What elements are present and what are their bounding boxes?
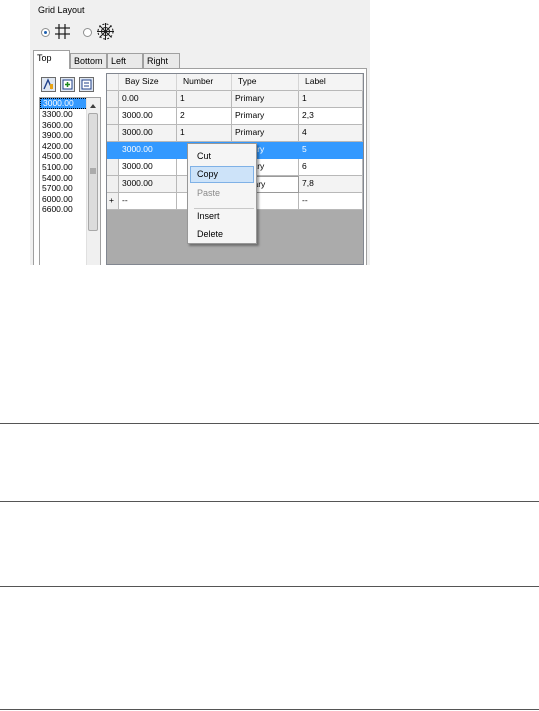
grid-header-row: Bay Size Number Type Label bbox=[107, 74, 363, 91]
divider bbox=[0, 423, 539, 424]
divider bbox=[0, 501, 539, 502]
cell-bay-size[interactable]: -- bbox=[119, 193, 177, 210]
cell-type[interactable]: Primary bbox=[232, 108, 299, 125]
delete-row-icon bbox=[81, 79, 92, 90]
cell-number[interactable]: 2 bbox=[177, 108, 232, 125]
cell-label[interactable]: 1 bbox=[299, 91, 363, 108]
auto-fill-icon bbox=[43, 78, 53, 90]
tab-left[interactable]: Left bbox=[107, 53, 143, 68]
panel-title: Grid Layout bbox=[38, 5, 85, 15]
row-header[interactable] bbox=[107, 91, 119, 108]
cell-number[interactable]: 1 bbox=[177, 125, 232, 142]
context-menu: Cut Copy Paste Insert Delete bbox=[187, 143, 257, 244]
cell-bay-size[interactable]: 3000.00 bbox=[119, 142, 177, 159]
column-header-label[interactable]: Label bbox=[299, 74, 363, 91]
tab-right[interactable]: Right bbox=[143, 53, 180, 68]
row-header[interactable] bbox=[107, 125, 119, 142]
insert-row-button[interactable] bbox=[60, 77, 75, 92]
delete-row-button[interactable] bbox=[79, 77, 94, 92]
cell-bay-size[interactable]: 0.00 bbox=[119, 91, 177, 108]
grip-icon bbox=[90, 168, 96, 174]
column-header-bay-size[interactable]: Bay Size bbox=[119, 74, 177, 91]
row-header[interactable] bbox=[107, 142, 119, 159]
column-header-number[interactable]: Number bbox=[177, 74, 232, 91]
cell-type[interactable]: Primary bbox=[232, 125, 299, 142]
row-header-corner bbox=[107, 74, 119, 91]
cell-label[interactable]: 4 bbox=[299, 125, 363, 142]
rectangular-grid-icon[interactable] bbox=[54, 23, 71, 40]
row-header[interactable] bbox=[107, 176, 119, 193]
cell-bay-size[interactable]: 3000.00 bbox=[119, 176, 177, 193]
cell-label[interactable]: 7,8 bbox=[299, 176, 363, 193]
column-header-type[interactable]: Type bbox=[232, 74, 299, 91]
radial-grid-radio[interactable] bbox=[83, 28, 92, 37]
divider bbox=[0, 586, 539, 587]
insert-row-icon bbox=[62, 79, 73, 90]
table-row[interactable]: 0.00 1 Primary 1 bbox=[107, 91, 363, 108]
menu-item-insert[interactable]: Insert bbox=[190, 208, 254, 225]
cell-bay-size[interactable]: 3000.00 bbox=[119, 108, 177, 125]
scroll-up-arrow-icon[interactable] bbox=[87, 100, 99, 112]
menu-item-paste: Paste bbox=[197, 188, 221, 198]
tab-bottom[interactable]: Bottom bbox=[70, 53, 107, 68]
grid-layout-panel: Grid Layout Top Bottom Left Right 3000.0… bbox=[30, 0, 370, 265]
row-header[interactable] bbox=[107, 108, 119, 125]
new-row-marker[interactable]: + bbox=[107, 193, 119, 210]
menu-item-cut[interactable]: Cut bbox=[190, 148, 254, 165]
cell-label[interactable]: 2,3 bbox=[299, 108, 363, 125]
rectangular-grid-radio[interactable] bbox=[41, 28, 50, 37]
cell-bay-size[interactable]: 3000.00 bbox=[119, 125, 177, 142]
tab-top[interactable]: Top bbox=[33, 50, 70, 69]
cell-label[interactable]: -- bbox=[299, 193, 363, 210]
auto-fill-button[interactable] bbox=[41, 77, 56, 92]
table-row[interactable]: 3000.00 1 Primary 4 bbox=[107, 125, 363, 142]
table-row[interactable]: 3000.00 2 Primary 2,3 bbox=[107, 108, 363, 125]
menu-item-delete[interactable]: Delete bbox=[190, 226, 254, 243]
divider bbox=[0, 709, 539, 710]
cell-number[interactable]: 1 bbox=[177, 91, 232, 108]
scrollbar-thumb[interactable] bbox=[88, 113, 98, 231]
cell-type[interactable]: Primary bbox=[232, 91, 299, 108]
cell-bay-size[interactable]: 3000.00 bbox=[119, 159, 177, 176]
row-header[interactable] bbox=[107, 159, 119, 176]
bay-list-scrollbar[interactable] bbox=[86, 98, 100, 265]
cell-label[interactable]: 5 bbox=[299, 142, 363, 159]
radial-grid-icon[interactable] bbox=[96, 22, 115, 41]
menu-item-copy[interactable]: Copy bbox=[190, 166, 254, 183]
cell-label[interactable]: 6 bbox=[299, 159, 363, 176]
